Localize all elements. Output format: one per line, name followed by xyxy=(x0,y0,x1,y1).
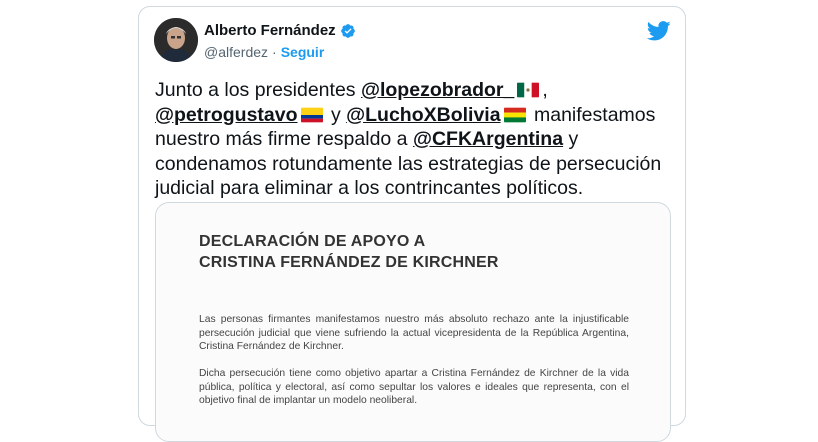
mention-petrogustavo[interactable]: @petrogustavo xyxy=(155,104,298,126)
tweet-text-segment: Junto a los presidentes xyxy=(155,79,361,101)
bolivia-flag-icon xyxy=(503,107,526,122)
document-paragraph-1: Las personas firmantes manifestamos nues… xyxy=(199,314,629,352)
colombia-flag-icon xyxy=(300,107,323,122)
mention-lopezobrador[interactable]: @lopezobrador_ xyxy=(361,79,514,101)
mention-luchoxbolivia[interactable]: @LuchoXBolivia xyxy=(346,104,500,126)
document-paragraph-2: Dicha persecución tiene como objetivo ap… xyxy=(199,368,629,406)
follow-button[interactable]: Seguir xyxy=(281,44,325,60)
tweet-text-segment: y xyxy=(325,103,347,126)
verified-badge-icon xyxy=(340,23,355,38)
document-title-line2: CRISTINA FERNÁNDEZ DE KIRCHNER xyxy=(199,254,499,271)
document-title: DECLARACIÓN DE APOYO A CRISTINA FERNÁNDE… xyxy=(199,231,499,273)
author-handle[interactable]: @alferdez xyxy=(204,44,268,60)
tweet-card: Alberto Fernández @alferdez · Seguir Jun… xyxy=(138,6,686,442)
attached-document-image[interactable]: DECLARACIÓN DE APOYO A CRISTINA FERNÁNDE… xyxy=(155,202,671,442)
author-name[interactable]: Alberto Fernández xyxy=(204,22,336,39)
avatar[interactable] xyxy=(154,18,198,62)
mexico-flag-icon xyxy=(517,82,540,98)
mention-cfkargentina[interactable]: @CFKArgentina xyxy=(413,128,563,150)
tweet-text-segment: , xyxy=(542,79,548,101)
handle-row: @alferdez · Seguir xyxy=(204,44,324,60)
tweet-text: Junto a los presidentes @lopezobrador_, @… xyxy=(155,78,675,201)
document-title-line1: DECLARACIÓN DE APOYO A xyxy=(199,233,426,250)
author-name-row[interactable]: Alberto Fernández xyxy=(204,22,356,39)
twitter-bird-icon[interactable] xyxy=(647,21,671,41)
separator-dot: · xyxy=(272,44,277,60)
